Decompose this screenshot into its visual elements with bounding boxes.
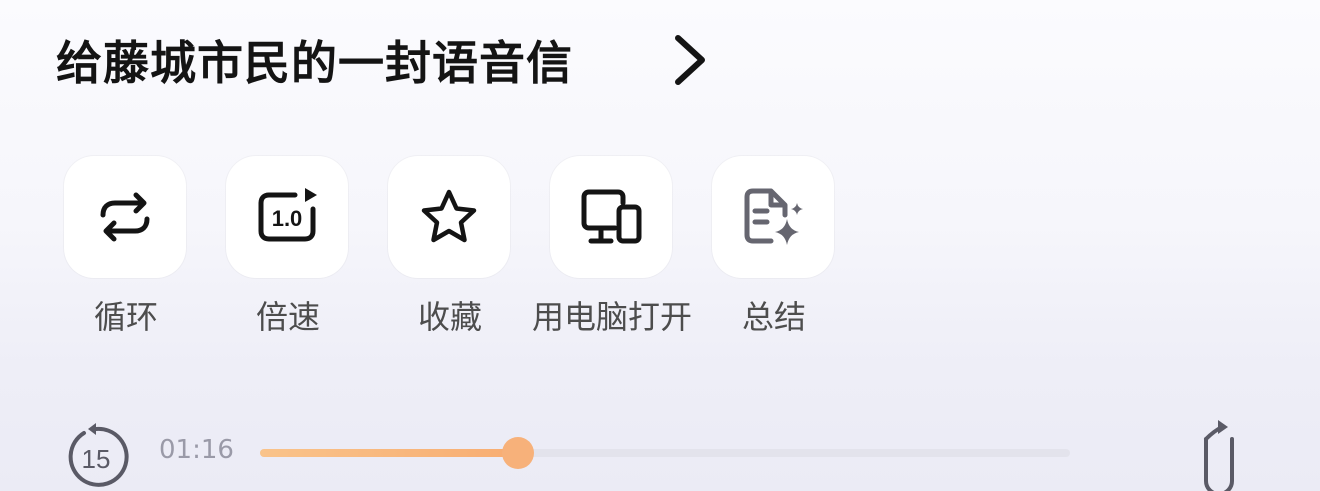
summary-button[interactable]: 总结 (684, 156, 864, 346)
page-title[interactable]: 给藤城市民的一封语音信 (56, 36, 573, 90)
speed-text: 1.0 (272, 206, 303, 231)
progress-fill (260, 449, 518, 457)
summary-tile[interactable] (712, 156, 834, 278)
speed-label: 倍速 (255, 298, 320, 336)
chevron-right-icon[interactable] (670, 30, 710, 90)
ai-summary-icon (744, 188, 803, 245)
loop-icon (100, 192, 150, 242)
open-on-computer-label: 用电脑打开 (531, 298, 692, 336)
loop-button[interactable]: 循环 (36, 156, 216, 346)
speed-button[interactable]: 1.0 倍速 (198, 156, 378, 346)
current-time: 01:16 (159, 435, 234, 465)
monitor-phone-icon (581, 189, 642, 244)
favorite-tile[interactable] (388, 156, 510, 278)
loop-tile[interactable] (64, 156, 186, 278)
player-bar: 15 01:16 (0, 415, 1320, 491)
loop-label: 循环 (93, 298, 158, 336)
star-icon (421, 189, 477, 243)
forward-icon[interactable] (1188, 417, 1250, 491)
playback-speed-icon: 1.0 (258, 188, 317, 242)
action-row: 循环 1.0 倍速 收藏 用电脑打开 总结 (0, 156, 900, 346)
favorite-button[interactable]: 收藏 (360, 156, 540, 346)
open-on-computer-button[interactable]: 用电脑打开 (522, 156, 702, 346)
progress-track[interactable] (260, 437, 1070, 469)
rewind-seconds: 15 (82, 444, 111, 474)
title-row[interactable]: 给藤城市民的一封语音信 (56, 22, 710, 98)
rewind-15-icon[interactable]: 15 (62, 423, 130, 491)
summary-label: 总结 (741, 298, 806, 336)
progress-thumb[interactable] (501, 437, 534, 469)
title-clip: 给藤城市民的一封语音信 (56, 27, 656, 93)
open-on-computer-tile[interactable] (550, 156, 672, 278)
favorite-label: 收藏 (417, 298, 482, 336)
speed-tile[interactable]: 1.0 (226, 156, 348, 278)
